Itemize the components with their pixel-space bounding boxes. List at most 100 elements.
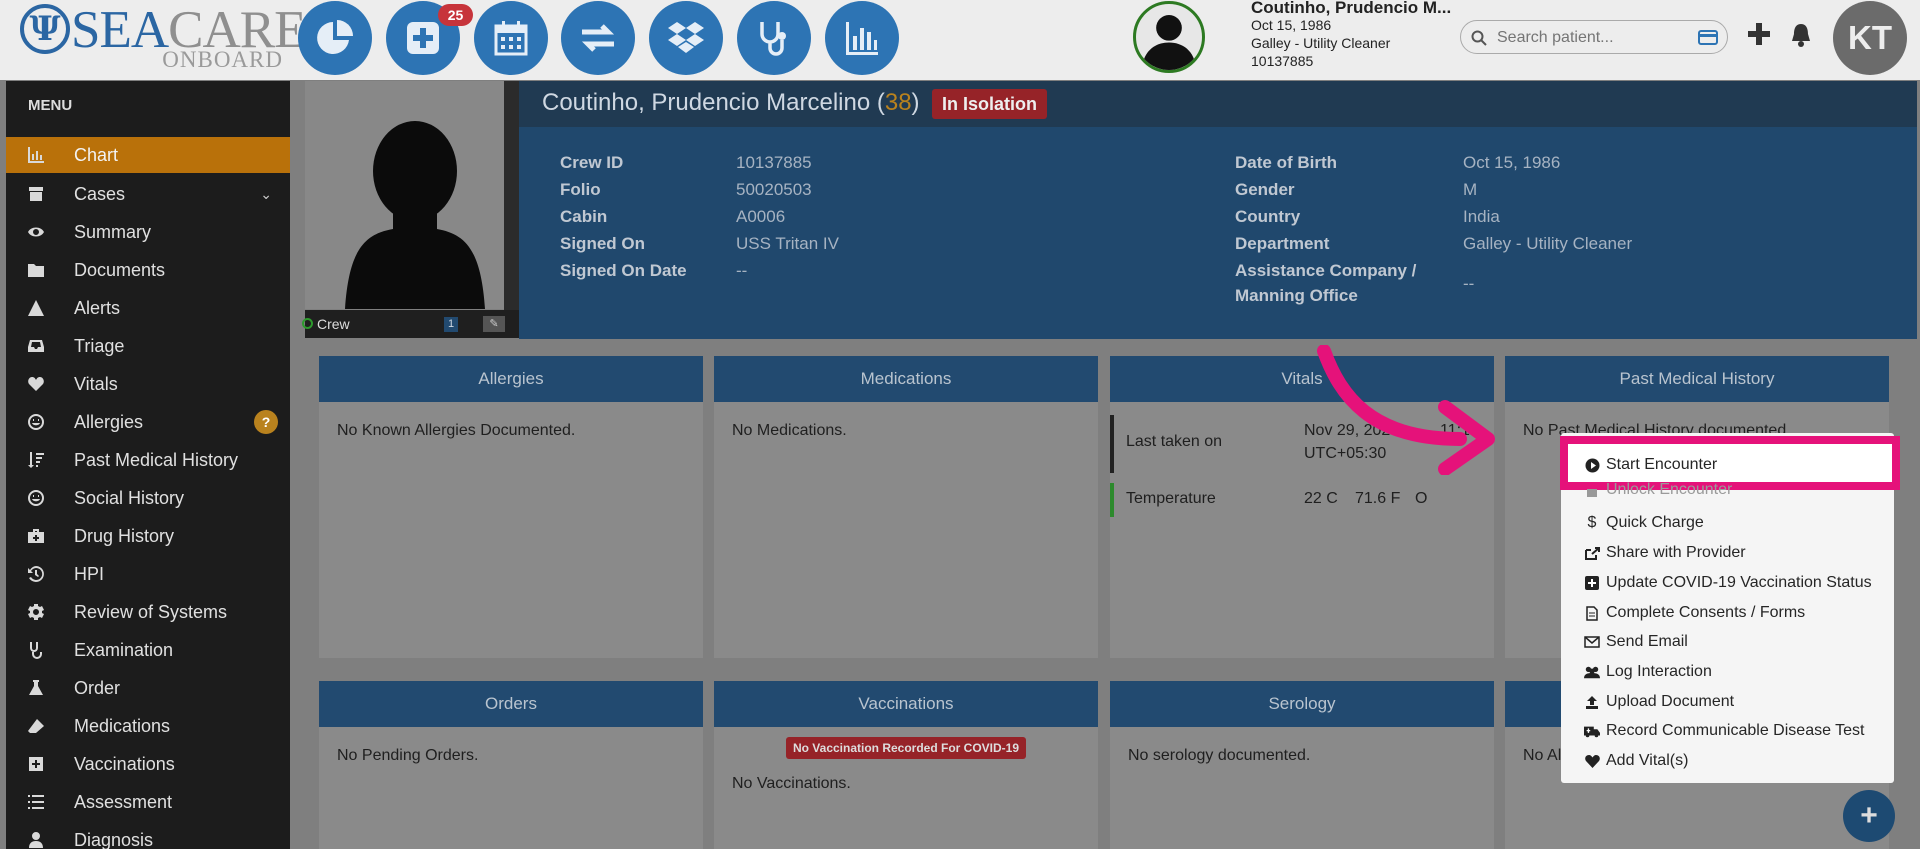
vital-indicator — [1110, 415, 1114, 473]
serology-panel-title[interactable]: Serology — [1110, 681, 1494, 727]
ambulance-icon — [1584, 723, 1600, 739]
sidebar-item-past-medical-history[interactable]: Past Medical History — [6, 442, 290, 478]
sidebar-item-label: Chart — [74, 144, 119, 165]
warning-icon — [28, 300, 44, 316]
patient-search[interactable] — [1460, 20, 1728, 54]
chevron-double-down-icon[interactable]: ⌄ — [260, 186, 272, 203]
sidebar-item-examination[interactable]: Examination — [6, 632, 290, 668]
eraser-icon — [28, 719, 44, 733]
vaccinations-panel: Vaccinations No Vaccination Recorded For… — [714, 681, 1098, 849]
temperature-c: 22 C — [1304, 490, 1338, 507]
field-label: Department — [1235, 234, 1330, 253]
patient-summary: Coutinho, Prudencio M... Oct 15, 1986 Ga… — [1251, 0, 1451, 70]
users-icon — [1584, 664, 1600, 680]
upload-document-menu-item[interactable]: Upload Document — [1584, 690, 1734, 714]
orders-panel-title[interactable]: Orders — [319, 681, 703, 727]
calendar-icon — [494, 21, 528, 56]
sidebar-item-hpi[interactable]: HPI — [6, 556, 290, 592]
sidebar-item-review-of-systems[interactable]: Review of Systems — [6, 594, 290, 630]
logo-subtitle: ONBOARD — [162, 47, 283, 72]
medications-panel-title[interactable]: Medications — [714, 356, 1098, 402]
floating-add-button[interactable]: + — [1843, 790, 1895, 842]
complete-consents-menu-item[interactable]: Complete Consents / Forms — [1584, 601, 1805, 625]
patient-photo[interactable] — [305, 81, 519, 313]
dropbox-button[interactable] — [649, 1, 723, 75]
plus-icon[interactable] — [1747, 22, 1771, 46]
sidebar-item-documents[interactable]: Documents — [6, 252, 290, 288]
field-label: Country — [1235, 207, 1301, 226]
sidebar-item-label: Examination — [74, 639, 174, 660]
sidebar-item-assessment[interactable]: Assessment — [6, 784, 290, 820]
patient-crew-id: 10137885 — [1251, 53, 1314, 69]
patient-avatar[interactable] — [1133, 1, 1205, 73]
sidebar-item-social-history[interactable]: Social History — [6, 480, 290, 516]
record-communicable-disease-test-menu-item[interactable]: Record Communicable Disease Test — [1584, 719, 1864, 743]
bell-icon[interactable] — [1788, 22, 1814, 48]
menu-item-label: Update COVID-19 Vaccination Status — [1606, 574, 1872, 591]
envelope-icon — [1584, 634, 1600, 650]
sidebar-item-label: Order — [74, 677, 121, 698]
field-value: USS Tritan IV — [736, 234, 839, 253]
seacare-logo[interactable]: Ψ SEACARE ONBOARD — [18, 2, 307, 72]
field-value: 10137885 — [736, 153, 812, 172]
menu-item-label: Quick Charge — [1606, 514, 1704, 531]
field-value: M — [1463, 180, 1478, 199]
allergies-panel: Allergies No Known Allergies Documented. — [319, 356, 703, 658]
menu-item-label: Share with Provider — [1606, 544, 1746, 561]
menu-item-label: Add Vital(s) — [1606, 752, 1689, 769]
isolation-status-badge: In Isolation — [932, 89, 1048, 119]
sidebar-item-vitals[interactable]: Vitals — [6, 366, 290, 402]
menu-item-label: Complete Consents / Forms — [1606, 604, 1806, 621]
menu-item-label: Unlock Encounter — [1606, 482, 1733, 498]
sidebar-item-medications[interactable]: Medications — [6, 708, 290, 744]
list-icon — [28, 795, 44, 809]
start-encounter-menu-item[interactable]: Start Encounter — [1584, 453, 1717, 477]
transfer-button[interactable] — [561, 1, 635, 75]
sidebar-item-alerts[interactable]: Alerts — [6, 290, 290, 326]
photo-divider — [504, 81, 519, 313]
allergies-panel-title[interactable]: Allergies — [319, 356, 703, 402]
patient-full-name-text: Coutinho, Prudencio Marcelino ( — [542, 89, 885, 116]
pmh-panel-title[interactable]: Past Medical History — [1505, 356, 1889, 402]
vital-label: Temperature — [1126, 490, 1216, 507]
sidebar-item-label: Cases — [74, 183, 126, 204]
sidebar-item-order[interactable]: Order — [6, 670, 290, 706]
reports-button[interactable] — [825, 1, 899, 75]
sidebar-item-cases[interactable]: Cases ⌄ — [6, 176, 290, 212]
dashboard-button[interactable] — [298, 1, 372, 75]
smiley-icon — [28, 490, 44, 506]
quick-charge-menu-item[interactable]: $ Quick Charge — [1584, 511, 1704, 535]
sidebar-item-label: Drug History — [74, 525, 175, 546]
sidebar-item-diagnosis[interactable]: Diagnosis — [6, 822, 290, 849]
sidebar-item-chart[interactable]: Chart — [6, 137, 290, 173]
sidebar-item-summary[interactable]: Summary — [6, 214, 290, 250]
help-badge[interactable]: ? — [254, 410, 278, 434]
vaccinations-panel-title[interactable]: Vaccinations — [714, 681, 1098, 727]
sidebar-item-allergies[interactable]: Allergies? — [6, 404, 290, 440]
clinical-button[interactable] — [737, 1, 811, 75]
archive-icon — [29, 187, 43, 201]
document-count-tag[interactable]: 1 — [444, 317, 459, 332]
share-with-provider-menu-item[interactable]: Share with Provider — [1584, 541, 1746, 565]
stethoscope-icon — [30, 642, 42, 659]
sidebar-item-label: Summary — [74, 221, 152, 242]
sidebar-item-label: Social History — [74, 487, 185, 508]
update-covid-vaccination-menu-item[interactable]: Update COVID-19 Vaccination Status — [1584, 571, 1872, 595]
calendar-button[interactable] — [474, 1, 548, 75]
search-input[interactable] — [1497, 28, 1677, 48]
bar-chart-icon — [846, 22, 878, 55]
unlock-encounter-menu-item[interactable]: Unlock Encounter — [1584, 482, 1732, 498]
edit-photo-button[interactable]: ✎ — [483, 316, 505, 332]
user-avatar[interactable]: KT — [1833, 1, 1907, 75]
plus-square-icon — [1584, 575, 1600, 591]
card-scan-icon[interactable] — [1698, 30, 1718, 45]
add-vitals-menu-item[interactable]: Add Vital(s) — [1584, 749, 1688, 773]
log-interaction-menu-item[interactable]: Log Interaction — [1584, 660, 1712, 684]
patient-age: 38 — [884, 89, 912, 116]
top-bar: Ψ SEACARE ONBOARD 25 Coutinho, Prudencio… — [0, 0, 1920, 80]
sidebar-item-label: Documents — [74, 259, 166, 280]
sidebar-item-drug-history[interactable]: Drug History — [6, 518, 290, 554]
sidebar-item-triage[interactable]: Triage — [6, 328, 290, 364]
send-email-menu-item[interactable]: Send Email — [1584, 630, 1688, 654]
sidebar-item-vaccinations[interactable]: Vaccinations — [6, 746, 290, 782]
